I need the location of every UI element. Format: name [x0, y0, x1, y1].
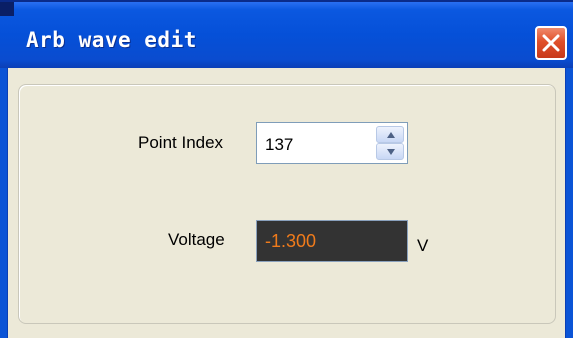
arrow-down-icon — [387, 149, 395, 155]
point-index-label: Point Index — [138, 133, 224, 152]
increment-button[interactable] — [376, 126, 404, 143]
point-index-value[interactable]: 137 — [265, 135, 293, 155]
title-bar-corner — [0, 2, 14, 16]
title-bar[interactable]: Arb wave edit — [0, 0, 573, 68]
voltage-unit-label: V — [417, 236, 429, 255]
settings-group — [18, 84, 556, 324]
close-icon — [542, 34, 560, 52]
window-title: Arb wave edit — [26, 28, 197, 52]
voltage-label: Voltage — [168, 230, 225, 249]
point-index-spinbox[interactable]: 137 — [256, 122, 408, 164]
spin-buttons — [376, 126, 404, 160]
voltage-value: -1.300 — [265, 231, 317, 251]
close-button[interactable] — [535, 26, 567, 60]
arb-wave-edit-window: Arb wave edit Point Index 137 Voltage -1… — [0, 0, 573, 338]
arrow-up-icon — [387, 132, 395, 138]
decrement-button[interactable] — [376, 143, 404, 160]
voltage-display[interactable]: -1.300 — [256, 220, 408, 262]
